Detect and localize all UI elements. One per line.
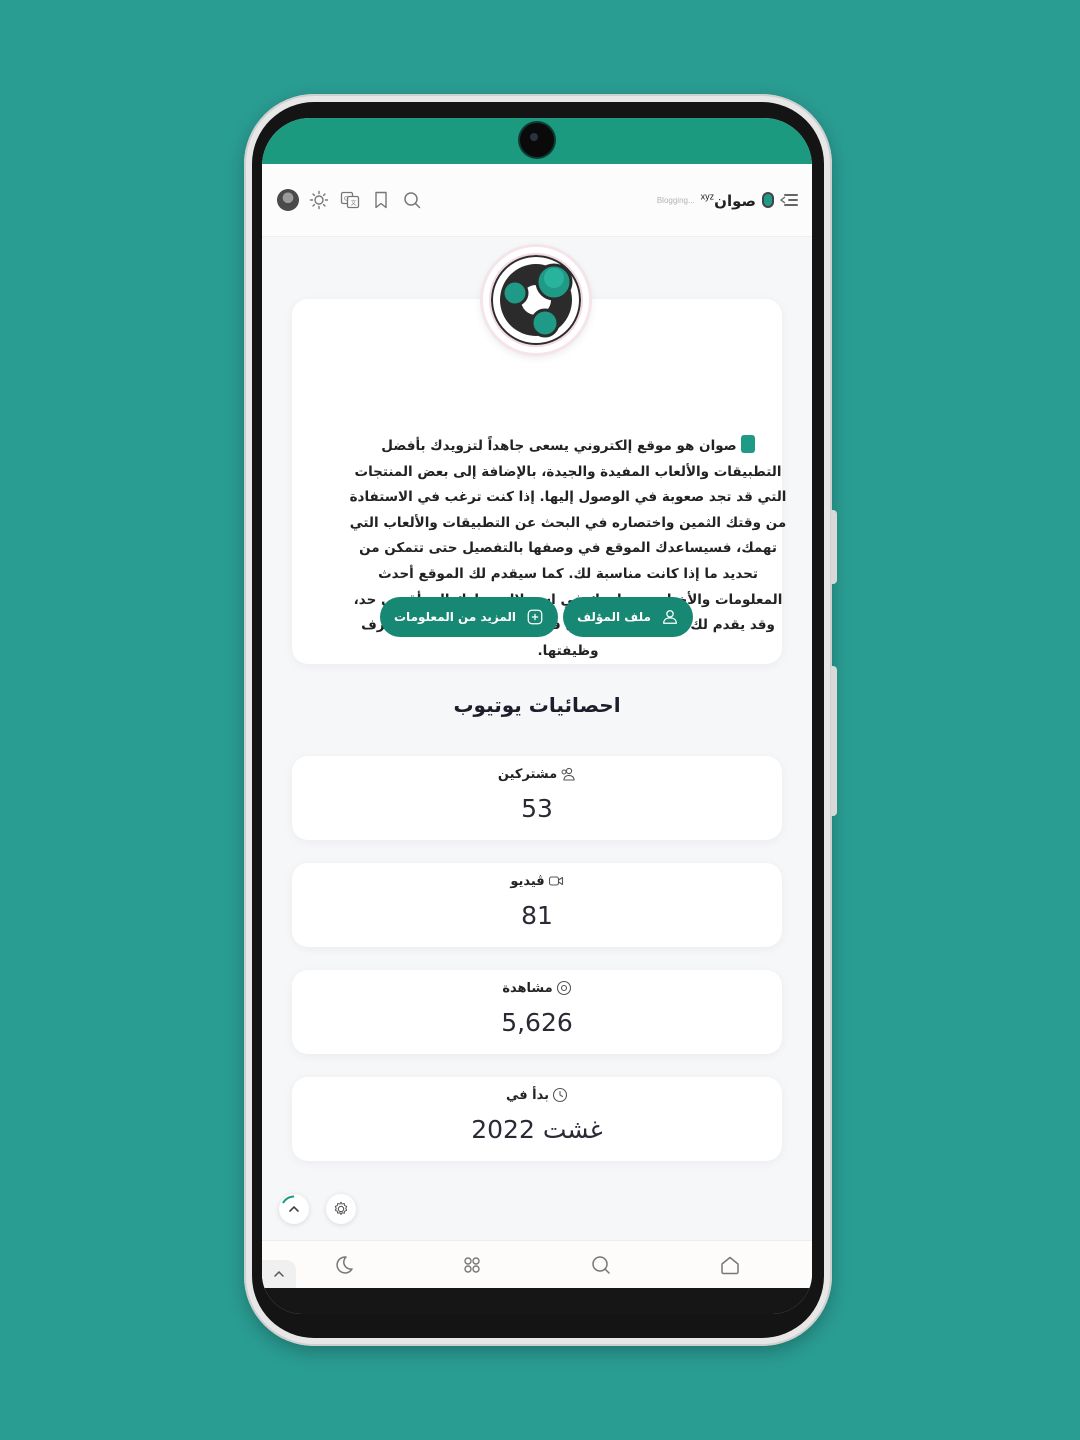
translate-icon[interactable]: G文: [340, 190, 360, 210]
expand-nav-button[interactable]: [262, 1260, 296, 1288]
settings-button[interactable]: [326, 1194, 356, 1224]
video-icon: [548, 876, 563, 886]
front-camera: [520, 123, 554, 157]
stats-title: احصائيات يوتيوب: [453, 693, 621, 717]
stat-label: ڤيديو: [292, 873, 782, 889]
stat-label: مشاهدة: [292, 980, 782, 996]
chevron-up-icon: [282, 1195, 299, 1212]
stat-value: 5,626: [501, 1008, 573, 1037]
phone-screen: G文 Blogging... xyzصوان صوان هو موقع إلكت…: [262, 118, 812, 1314]
scroll-top-button[interactable]: [279, 1194, 309, 1224]
stat-value: 53: [521, 794, 553, 823]
chevron-up-icon: [274, 1270, 284, 1277]
svg-text:文: 文: [351, 199, 357, 207]
clock-icon: [552, 1087, 568, 1103]
search-icon[interactable]: [402, 190, 422, 210]
plus-square-icon: [527, 609, 543, 625]
brand-title: xyzصوان: [700, 191, 756, 210]
logo-icon: [762, 192, 774, 208]
sun-icon[interactable]: [309, 190, 329, 210]
stat-label: بدأ في: [292, 1087, 782, 1103]
home-icon[interactable]: [718, 1253, 742, 1277]
power-button: [831, 666, 837, 816]
stat-label-text: بدأ في: [505, 1087, 550, 1103]
stat-card-started: بدأ في غشت 2022: [292, 1077, 782, 1161]
user-icon: [662, 610, 677, 624]
stat-label-text: ڤيديو: [510, 873, 545, 889]
users-icon: [561, 767, 575, 781]
eye-icon: [556, 980, 571, 996]
stat-label-text: مشاهدة: [502, 980, 553, 996]
system-gesture-bar: [262, 1288, 812, 1314]
brand-name: صوان: [714, 191, 756, 210]
bottom-navigation: [262, 1240, 812, 1289]
main-content: صوان هو موقع إلكتروني يسعى جاهداً لتزويد…: [262, 236, 812, 1240]
svg-text:G: G: [344, 196, 349, 203]
stat-label: مشتركين: [292, 766, 782, 782]
brand-suffix: xyz: [700, 191, 715, 202]
moon-icon[interactable]: [332, 1253, 356, 1277]
stat-label-text: مشتركين: [497, 766, 558, 782]
stat-card-videos: ڤيديو 81: [292, 863, 782, 947]
search-icon[interactable]: [589, 1253, 613, 1277]
status-bar: [262, 118, 812, 164]
bookmark-icon[interactable]: [371, 190, 391, 210]
about-card: صوان هو موقع إلكتروني يسعى جاهداً لتزويد…: [292, 299, 786, 664]
site-brand[interactable]: Blogging... xyzصوان: [657, 186, 798, 214]
person-emoji-icon: [740, 435, 755, 453]
site-header: G文 Blogging... xyzصوان: [262, 164, 812, 237]
volume-button: [831, 510, 837, 584]
stat-card-views: مشاهدة 5,626: [292, 970, 782, 1054]
brand-tagline: Blogging...: [656, 195, 695, 205]
author-button-label: ملف المؤلف: [577, 610, 651, 624]
author-profile-button[interactable]: ملف المؤلف: [563, 597, 693, 637]
site-logo-large: [483, 247, 589, 353]
more-button-label: المزيد من المعلومات: [394, 610, 517, 624]
stat-card-subscribers: مشتركين 53: [292, 756, 782, 840]
stat-value: 81: [521, 901, 553, 930]
gear-icon: [334, 1201, 348, 1215]
apps-icon[interactable]: [460, 1253, 484, 1277]
user-avatar[interactable]: [277, 189, 299, 211]
stat-value: غشت 2022: [471, 1115, 603, 1144]
more-info-button[interactable]: المزيد من المعلومات: [380, 597, 558, 637]
menu-icon[interactable]: [780, 193, 798, 207]
